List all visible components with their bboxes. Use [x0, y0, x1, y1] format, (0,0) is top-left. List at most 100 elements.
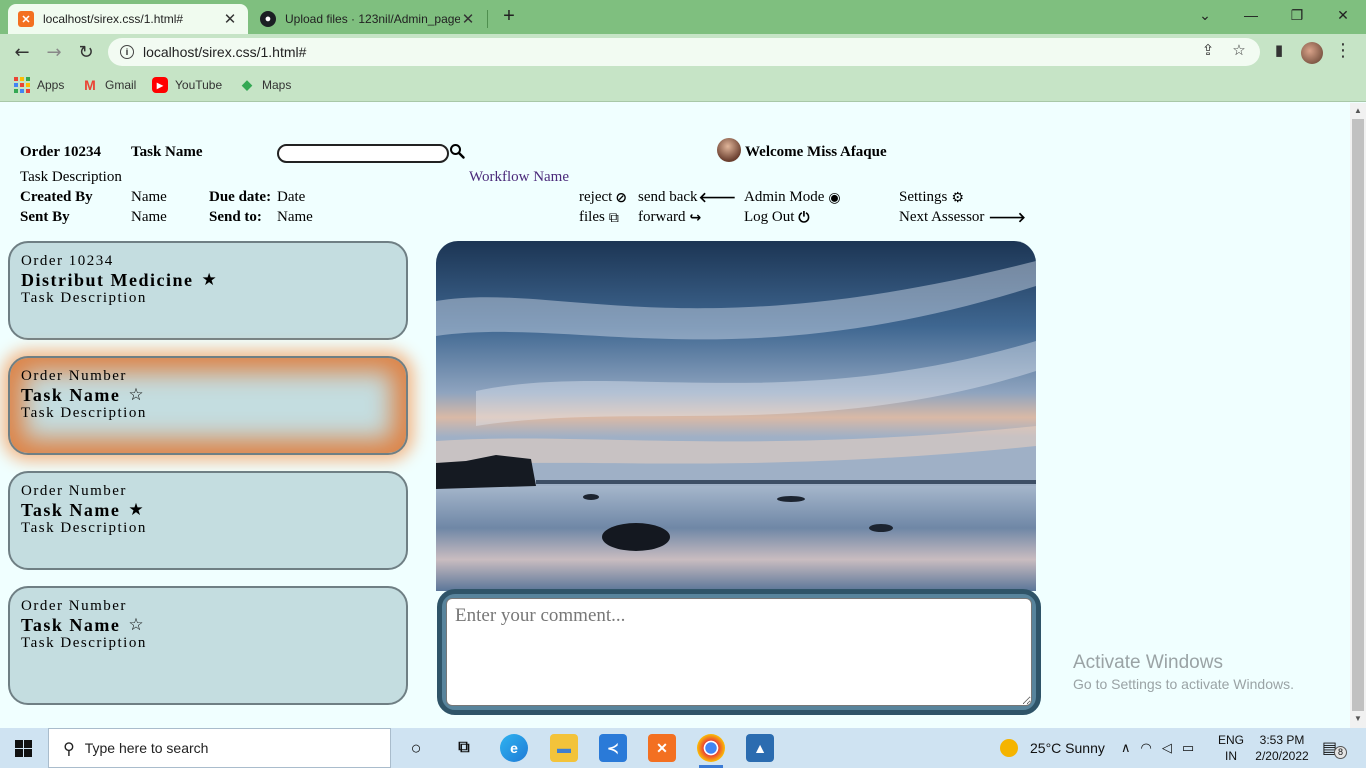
chrome-icon[interactable]: [697, 734, 725, 768]
browser-tab[interactable]: ● Upload files · 123nil/Admin_page ✕: [250, 4, 486, 34]
scroll-up-arrow-icon[interactable]: ▲: [1354, 106, 1362, 115]
search-input[interactable]: [277, 144, 449, 163]
next-assessor-button[interactable]: Next Assessor 🡒: [899, 209, 1026, 226]
minimize-button[interactable]: —: [1228, 0, 1274, 30]
browser-tab-active[interactable]: ✕ localhost/sirex.css/1.html# ✕: [8, 4, 248, 34]
reload-button[interactable]: ↻: [74, 40, 98, 64]
wifi-icon[interactable]: ◠: [1141, 741, 1152, 756]
taskbar-clock[interactable]: 3:53 PM 2/20/2022: [1250, 732, 1314, 764]
task-view-icon[interactable]: ⧉: [450, 734, 478, 762]
reject-button[interactable]: reject ⊘: [579, 189, 627, 206]
power-icon: ⏻: [798, 209, 810, 226]
settings-button[interactable]: Settings ⚙: [899, 189, 964, 206]
tab-search-icon[interactable]: ⌄: [1182, 0, 1228, 30]
search-icon[interactable]: [449, 143, 465, 159]
log-out-button[interactable]: Log Out ⏻: [744, 209, 810, 226]
clock-date: 2/20/2022: [1255, 749, 1309, 763]
share-icon[interactable]: ⇪: [1198, 40, 1218, 60]
send-to-value: Name: [277, 209, 313, 225]
task-card-highlighted[interactable]: Order Number Task Name ☆ Task Descriptio…: [8, 356, 408, 455]
header-task-name: Task Name: [131, 144, 203, 160]
cortana-icon[interactable]: ○: [402, 734, 430, 762]
xampp-taskbar-icon[interactable]: ✕: [648, 734, 676, 762]
windows-start-icon[interactable]: [15, 740, 32, 757]
bookmark-label: Gmail: [105, 78, 137, 92]
restore-button[interactable]: ❐: [1274, 0, 1320, 30]
bookmark-label: Maps: [262, 78, 292, 92]
github-icon: ●: [260, 11, 276, 27]
files-label: files: [579, 209, 605, 225]
send-back-button[interactable]: send back 🡐: [638, 189, 736, 206]
system-tray[interactable]: ∧ ◠ ◁ ▭: [1121, 728, 1194, 768]
close-window-button[interactable]: ✕: [1320, 0, 1366, 30]
admin-mode-button[interactable]: Admin Mode ◉: [744, 189, 841, 206]
star-outline-icon[interactable]: ☆: [128, 385, 143, 405]
files-button[interactable]: files ⧉: [579, 209, 619, 226]
browser-toolbar: ← → ↻ i localhost/sirex.css/1.html# ⇪ ☆ …: [0, 34, 1366, 70]
task-name: Task Name ★: [21, 500, 395, 520]
weather-text: 25°C Sunny: [1030, 740, 1105, 756]
scroll-down-arrow-icon[interactable]: ▼: [1354, 714, 1362, 723]
bookmark-apps[interactable]: Apps: [14, 77, 64, 93]
close-tab-icon[interactable]: ✕: [222, 10, 238, 28]
page-scrollbar[interactable]: ▲ ▼: [1350, 103, 1366, 728]
comment-textarea[interactable]: [446, 598, 1032, 706]
browser-menu-icon[interactable]: ⋮: [1334, 40, 1352, 61]
bookmark-gmail[interactable]: M Gmail: [82, 77, 136, 93]
created-by-value: Name: [131, 189, 167, 205]
gear-icon: ⚙: [951, 189, 964, 206]
close-tab-icon[interactable]: ✕: [460, 10, 476, 28]
forward-nav-button[interactable]: →: [42, 40, 66, 64]
site-info-icon[interactable]: i: [120, 45, 134, 59]
battery-icon[interactable]: ▭: [1182, 741, 1194, 756]
windows-taskbar: ⚲ Type here to search ○ ⧉ e ▬ ≺ ✕ ▲ 25°C…: [0, 728, 1366, 768]
next-assessor-label: Next Assessor: [899, 209, 985, 225]
task-card[interactable]: Order 10234 Distribut Medicine ★ Task De…: [8, 241, 408, 340]
vscode-icon[interactable]: ≺: [599, 734, 627, 762]
sent-by-value: Name: [131, 209, 167, 225]
weather-widget[interactable]: 25°C Sunny: [1000, 728, 1105, 768]
url-text: localhost/sirex.css/1.html#: [143, 44, 307, 60]
header-task-description: Task Description: [20, 169, 122, 185]
volume-icon[interactable]: ◁: [1162, 741, 1172, 756]
bookmark-maps[interactable]: ◆ Maps: [239, 77, 291, 93]
star-filled-icon[interactable]: ★: [202, 270, 217, 290]
file-explorer-icon[interactable]: ▬: [550, 734, 578, 762]
profile-avatar[interactable]: [1301, 42, 1323, 64]
taskbar-search[interactable]: ⚲ Type here to search: [48, 728, 391, 768]
settings-label: Settings: [899, 189, 948, 205]
sent-by-label: Sent By: [20, 209, 70, 225]
notification-icon[interactable]: ▤ 8: [1322, 738, 1347, 759]
notification-count: 8: [1334, 746, 1347, 759]
admin-mode-label: Admin Mode: [744, 189, 825, 205]
activate-windows-watermark: Activate Windows Go to Settings to activ…: [1073, 652, 1294, 692]
forward-button[interactable]: forward ↪: [638, 209, 701, 226]
arrow-left-icon: 🡐: [698, 190, 737, 206]
share-arrow-icon: ↪: [689, 209, 702, 226]
edge-icon[interactable]: e: [500, 734, 528, 762]
task-card[interactable]: Order Number Task Name ★ Task Descriptio…: [8, 471, 408, 570]
bookmark-star-icon[interactable]: ☆: [1229, 40, 1249, 60]
created-by-label: Created By: [20, 189, 93, 205]
xampp-icon: ✕: [18, 11, 34, 27]
task-order: Order Number: [21, 483, 127, 499]
due-date-value: Date: [277, 189, 306, 205]
scrollbar-thumb[interactable]: [1352, 119, 1364, 711]
search-icon: ⚲: [63, 738, 75, 758]
header-order: Order 10234: [20, 144, 101, 160]
reject-label: reject: [579, 189, 613, 205]
back-button[interactable]: ←: [10, 40, 34, 64]
task-order: Order Number: [21, 598, 127, 614]
address-bar[interactable]: i localhost/sirex.css/1.html#: [108, 38, 1260, 66]
star-outline-icon[interactable]: ☆: [128, 615, 143, 635]
new-tab-button[interactable]: +: [498, 5, 520, 27]
chevron-up-icon[interactable]: ∧: [1121, 741, 1131, 756]
task-description: Task Description: [21, 405, 147, 421]
language-indicator[interactable]: ENG IN: [1216, 732, 1246, 764]
side-panel-icon[interactable]: ▮: [1269, 40, 1289, 60]
star-filled-icon[interactable]: ★: [128, 500, 143, 520]
task-card[interactable]: Order Number Task Name ☆ Task Descriptio…: [8, 586, 408, 705]
browser-tab-bar: ✕ localhost/sirex.css/1.html# ✕ ● Upload…: [0, 0, 1366, 34]
photos-icon[interactable]: ▲: [746, 734, 774, 762]
bookmark-youtube[interactable]: ▶ YouTube: [152, 77, 222, 93]
